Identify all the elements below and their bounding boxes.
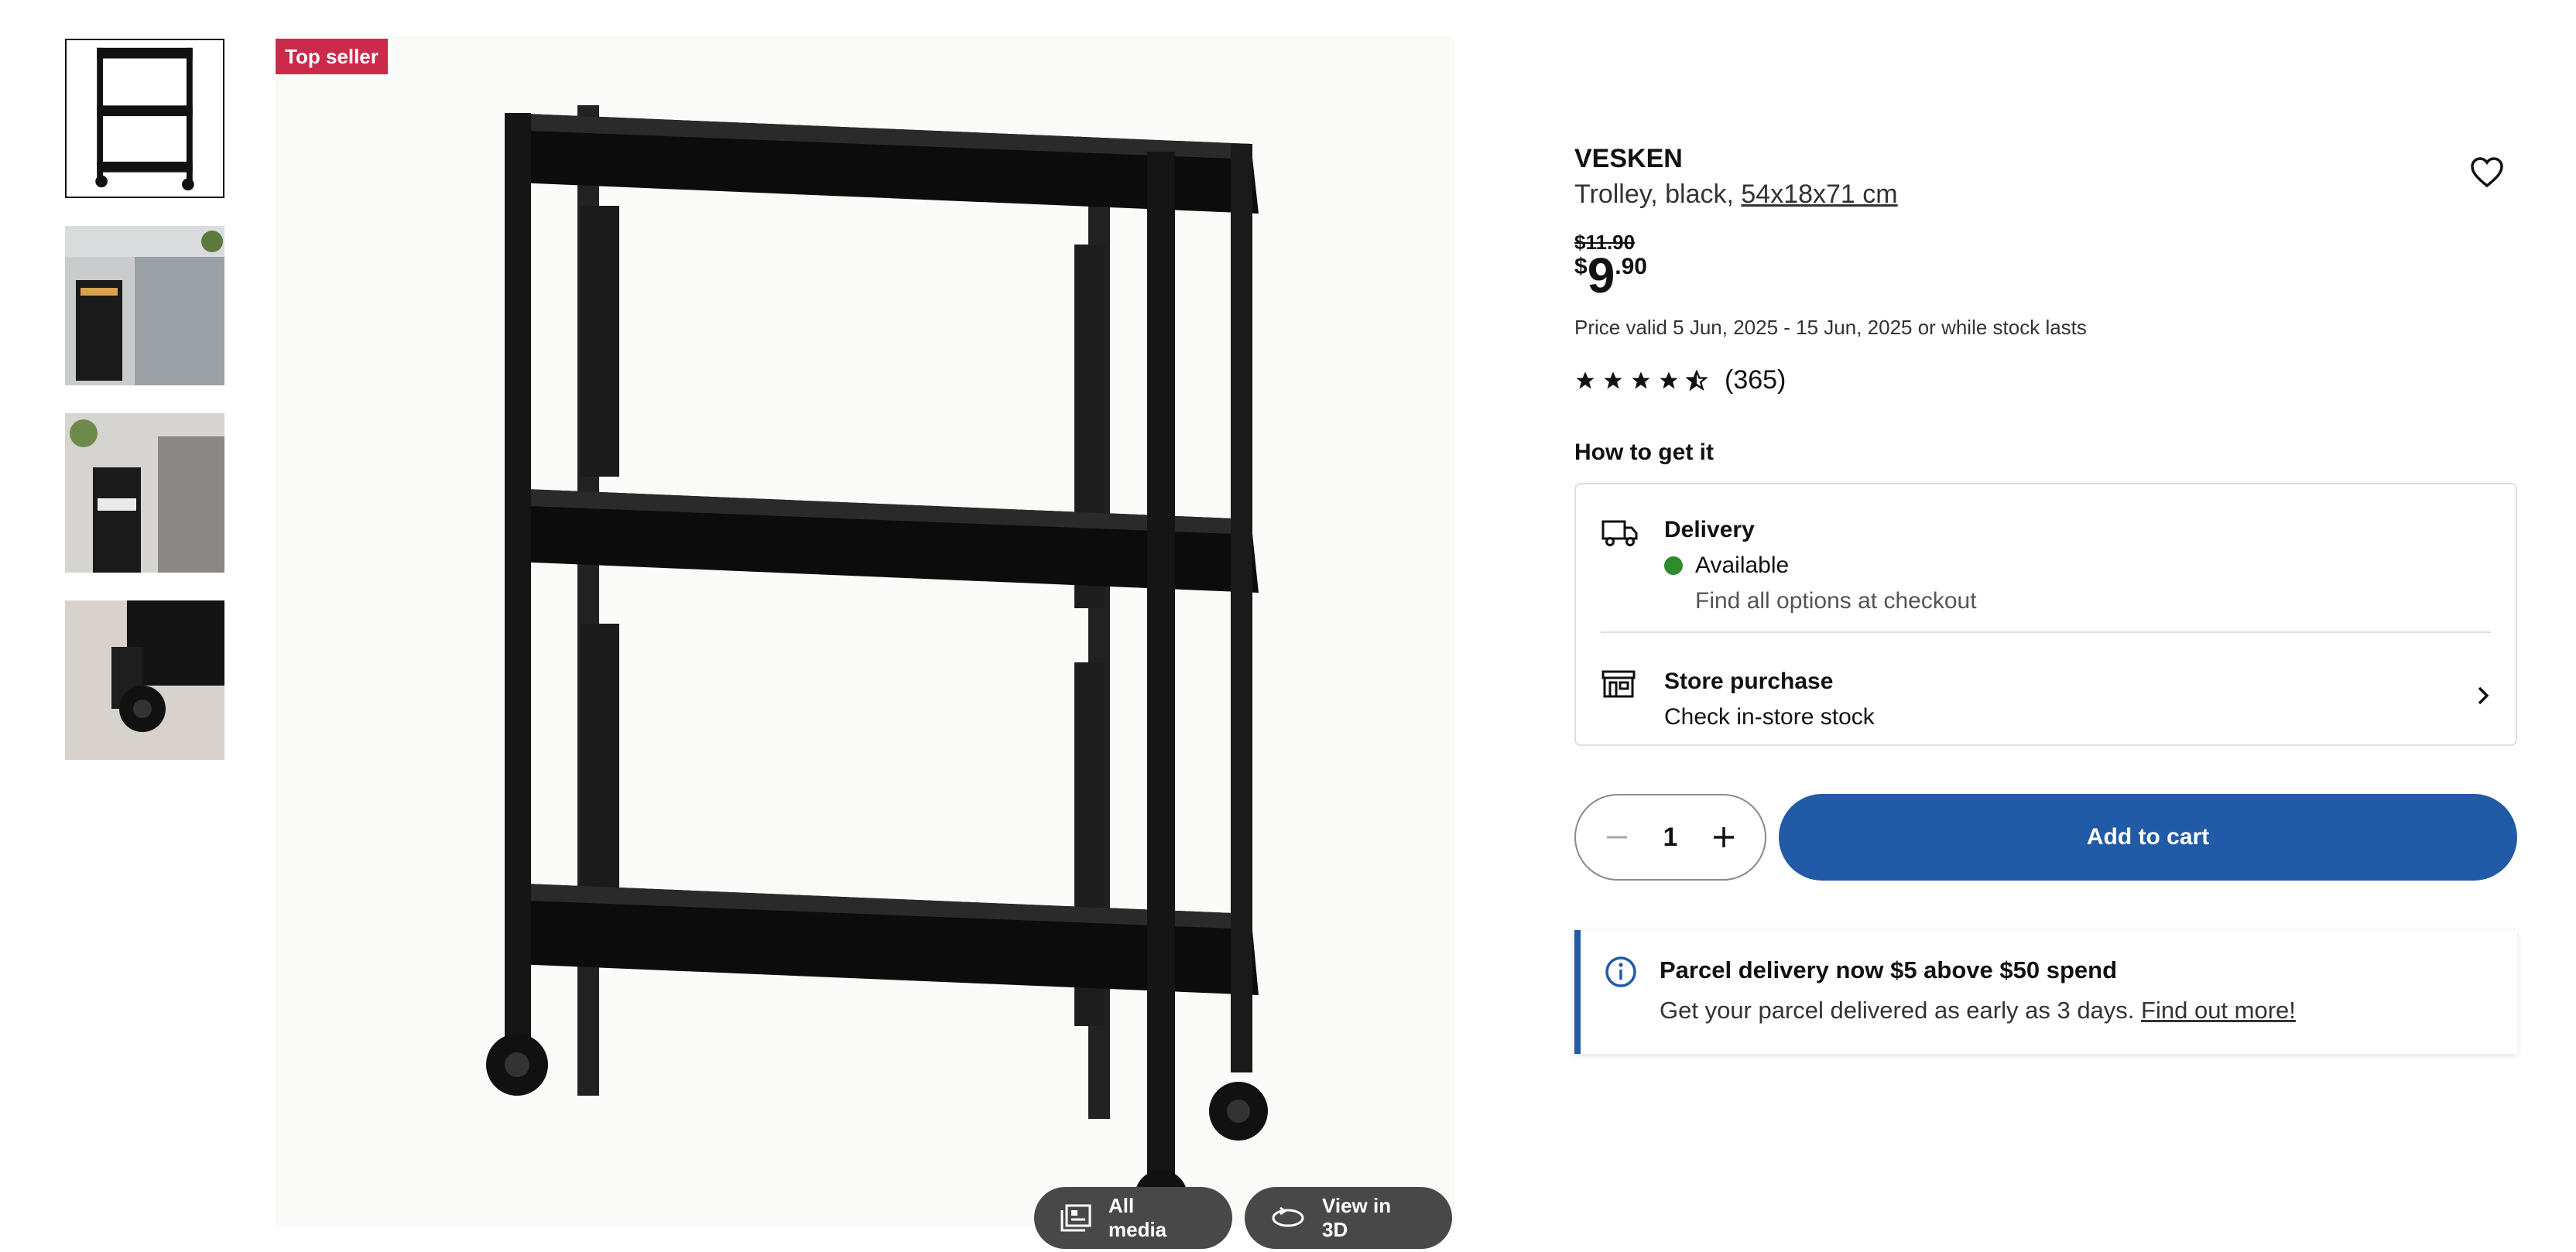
- delivery-truck-icon: [1601, 517, 1639, 552]
- delivery-status: Available: [1664, 552, 1789, 579]
- thumbnail-wheel-closeup[interactable]: [65, 600, 224, 760]
- divider: [1601, 631, 2491, 633]
- decrease-quantity-button[interactable]: [1604, 824, 1630, 850]
- product-type: Trolley, black,: [1574, 180, 1742, 209]
- quantity-value[interactable]: 1: [1663, 823, 1678, 853]
- main-product-image: Top seller All media View in 3D: [276, 36, 1455, 1249]
- star-icon: [1602, 370, 1624, 392]
- delivery-title: Delivery: [1664, 517, 1755, 542]
- star-icon: [1658, 370, 1680, 392]
- view-in-3d-button[interactable]: View in 3D: [1245, 1187, 1452, 1249]
- gallery-icon: [1060, 1204, 1091, 1232]
- increase-quantity-button[interactable]: [1711, 824, 1737, 850]
- store-purchase-subtitle: Check in-store stock: [1664, 704, 1875, 730]
- info-banner: Parcel delivery now $5 above $50 spend G…: [1574, 930, 2517, 1054]
- rating-count: (365): [1725, 365, 1786, 395]
- view-in-3d-label: View in 3D: [1322, 1194, 1392, 1241]
- delivery-option: Delivery Available Find all options at c…: [1601, 509, 2491, 625]
- price-integer: 9: [1587, 248, 1615, 303]
- store-icon: [1601, 669, 1636, 703]
- trolley-image: [486, 105, 1268, 1223]
- status-dot: [1664, 556, 1683, 575]
- thumbnail-trolley-front[interactable]: [65, 39, 224, 198]
- info-icon: [1604, 955, 1638, 993]
- product-description: Trolley, black, 54x18x71 cm: [1574, 180, 1898, 210]
- top-seller-badge: Top seller: [276, 39, 388, 74]
- fulfilment-options: Delivery Available Find all options at c…: [1574, 483, 2517, 746]
- add-to-cart-button[interactable]: Add to cart: [1779, 794, 2517, 881]
- current-price: $9.90: [1574, 251, 1647, 300]
- price-currency: $: [1574, 254, 1588, 279]
- info-banner-title: Parcel delivery now $5 above $50 spend: [1660, 956, 2118, 983]
- delivery-status-label: Available: [1695, 552, 1790, 578]
- all-media-button[interactable]: All media: [1034, 1187, 1232, 1249]
- rotate-3d-icon: [1271, 1206, 1305, 1230]
- half-star-icon: [1686, 369, 1708, 392]
- quantity-stepper: 1: [1574, 794, 1766, 881]
- product-dimensions-link[interactable]: 54x18x71 cm: [1741, 180, 1897, 209]
- all-media-label: All media: [1108, 1194, 1167, 1241]
- how-to-get-it-heading: How to get it: [1574, 440, 1714, 465]
- star-icon: [1574, 370, 1596, 392]
- store-purchase-title: Store purchase: [1664, 669, 1834, 694]
- thumbnail-trolley-in-bathroom[interactable]: [65, 413, 224, 573]
- product-info-panel: VESKEN Trolley, black, 54x18x71 cm $11.9…: [1574, 0, 2520, 1252]
- thumbnail-trolley-in-kitchen[interactable]: [65, 226, 224, 385]
- rating[interactable]: (365): [1574, 365, 1786, 395]
- delivery-note: Find all options at checkout: [1695, 588, 1977, 614]
- chevron-right-icon: [2475, 684, 2491, 711]
- store-purchase-option[interactable]: Store purchase Check in-store stock: [1601, 636, 2491, 737]
- info-banner-text: Get your parcel delivered as early as 3 …: [1660, 997, 2142, 1024]
- price-validity: Price valid 5 Jun, 2025 - 15 Jun, 2025 o…: [1574, 316, 2087, 339]
- favourite-heart-icon[interactable]: [2468, 153, 2506, 192]
- info-banner-body: Get your parcel delivered as early as 3 …: [1660, 997, 2296, 1025]
- price-decimal: .90: [1615, 254, 1647, 279]
- product-name: VESKEN: [1574, 144, 1683, 173]
- find-out-more-link[interactable]: Find out more!: [2141, 997, 2296, 1024]
- star-icon: [1630, 370, 1652, 392]
